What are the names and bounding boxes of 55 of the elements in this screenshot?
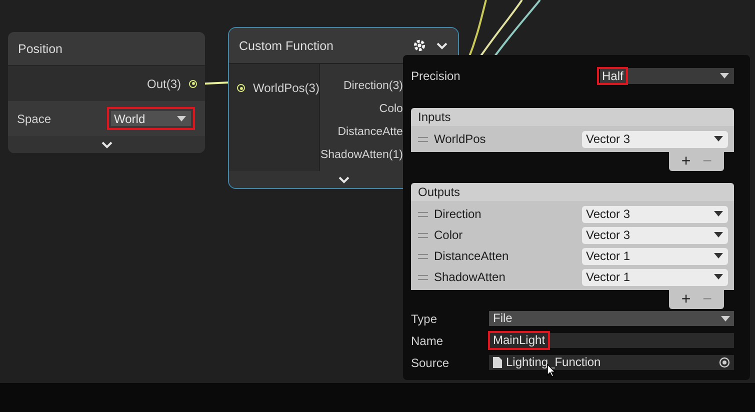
type-dropdown[interactable]: File bbox=[489, 311, 734, 326]
name-field[interactable]: MainLight bbox=[489, 333, 734, 348]
target-icon[interactable] bbox=[719, 357, 730, 368]
space-dropdown[interactable]: World bbox=[111, 111, 191, 126]
dropdown-arrow-icon bbox=[714, 136, 723, 142]
port-name: DistanceAtten bbox=[434, 249, 510, 263]
file-icon bbox=[493, 357, 502, 368]
dropdown-arrow-icon bbox=[714, 253, 723, 259]
port-label: WorldPos(3) bbox=[253, 81, 320, 95]
type-dropdown[interactable]: Vector 1 bbox=[582, 248, 728, 264]
drag-handle-icon[interactable] bbox=[418, 254, 428, 258]
field-value: MainLight bbox=[493, 333, 546, 348]
chevron-down-icon[interactable] bbox=[436, 42, 448, 50]
port-label: DistanceAtte bbox=[338, 125, 403, 140]
drag-handle-icon[interactable] bbox=[418, 212, 428, 216]
dropdown-arrow-icon bbox=[714, 232, 723, 238]
port-name: ShadowAtten bbox=[434, 270, 506, 284]
type-dropdown[interactable]: Vector 1 bbox=[582, 268, 728, 286]
type-dropdown[interactable]: Vector 3 bbox=[582, 226, 728, 244]
node-title: Custom Function bbox=[239, 38, 334, 52]
drag-handle-icon[interactable] bbox=[418, 136, 428, 142]
gear-icon[interactable] bbox=[413, 39, 426, 52]
port-icon[interactable] bbox=[189, 80, 197, 88]
dropdown-arrow-icon bbox=[714, 274, 723, 280]
dropdown-arrow-icon bbox=[714, 211, 723, 217]
port-name: Color bbox=[434, 228, 464, 242]
drag-handle-icon[interactable] bbox=[418, 274, 428, 280]
port-label: Out(3) bbox=[146, 76, 181, 90]
add-button[interactable]: + bbox=[677, 292, 695, 308]
dropdown-arrow-icon bbox=[720, 73, 729, 79]
dropdown-arrow-icon bbox=[177, 116, 186, 122]
type-dropdown[interactable]: Vector 3 bbox=[582, 206, 728, 222]
chevron-down-icon[interactable] bbox=[338, 176, 350, 184]
precision-dropdown[interactable]: Half bbox=[600, 68, 734, 84]
port-label: Direction(3) bbox=[344, 79, 403, 94]
type-dropdown[interactable]: Vector 3 bbox=[582, 130, 728, 148]
port-icon[interactable] bbox=[237, 84, 245, 92]
port-name: Direction bbox=[434, 207, 482, 221]
field-label: Source bbox=[411, 356, 450, 370]
node-title: Position bbox=[8, 32, 205, 65]
field-label: Space bbox=[17, 112, 52, 126]
section-header: Outputs bbox=[411, 183, 734, 201]
field-label: Type bbox=[411, 312, 438, 326]
section-header: Inputs bbox=[411, 108, 734, 126]
source-field[interactable]: Lighting_Function bbox=[489, 355, 734, 370]
dropdown-arrow-icon bbox=[721, 316, 730, 322]
port-label: ShadowAtten(1) bbox=[320, 148, 403, 163]
field-label: Precision bbox=[411, 69, 460, 83]
field-label: Name bbox=[411, 334, 444, 348]
add-button[interactable]: + bbox=[677, 154, 695, 170]
dropdown-value: Half bbox=[602, 69, 624, 83]
drag-handle-icon[interactable] bbox=[418, 232, 428, 238]
node-card[interactable]: Position Out(3) Space World bbox=[8, 32, 205, 153]
chevron-down-icon[interactable] bbox=[100, 140, 112, 148]
port-label: Colo bbox=[379, 102, 403, 117]
